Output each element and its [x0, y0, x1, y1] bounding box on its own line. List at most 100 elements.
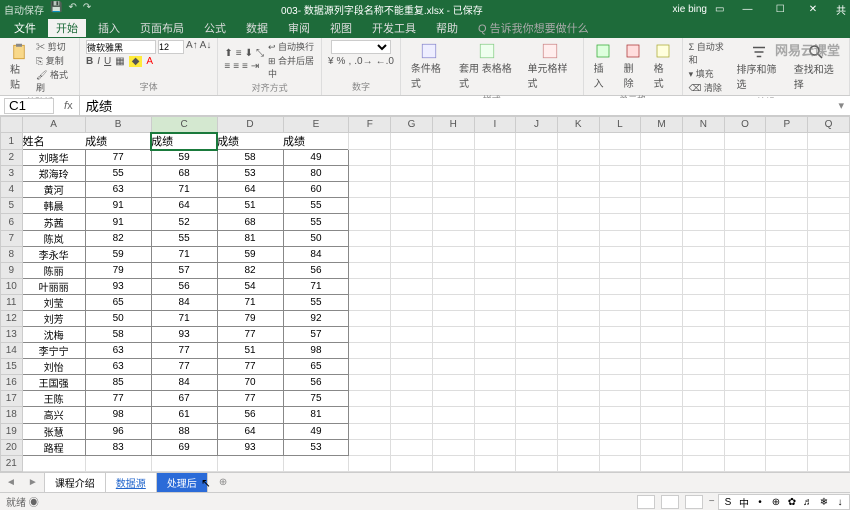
cell-A11[interactable]: 刘莹 [22, 294, 85, 310]
cell-O7[interactable] [724, 230, 766, 246]
row-header-14[interactable]: 14 [1, 343, 23, 359]
cell-O12[interactable] [724, 310, 766, 326]
conditional-format-button[interactable]: 条件格式 [407, 40, 451, 92]
view-break-button[interactable] [685, 495, 703, 509]
cell-A2[interactable]: 刘晓华 [22, 150, 85, 166]
cell-A4[interactable]: 黄河 [22, 182, 85, 198]
cell-I20[interactable] [474, 439, 516, 455]
cell-P21[interactable] [766, 455, 808, 471]
cell-L8[interactable] [599, 246, 641, 262]
cell-I9[interactable] [474, 262, 516, 278]
cell-L14[interactable] [599, 343, 641, 359]
cell-N10[interactable] [682, 278, 724, 294]
cell-G19[interactable] [391, 423, 433, 439]
user-name[interactable]: xie bing [673, 4, 707, 15]
cell-A8[interactable]: 李永华 [22, 246, 85, 262]
cell-G21[interactable] [391, 455, 433, 471]
cell-H21[interactable] [432, 455, 474, 471]
cell-C5[interactable]: 64 [151, 198, 217, 214]
cell-C18[interactable]: 61 [151, 407, 217, 423]
font-color-button[interactable]: A [146, 56, 153, 67]
cell-Q15[interactable] [808, 359, 850, 375]
cell-H20[interactable] [432, 439, 474, 455]
row-header-4[interactable]: 4 [1, 182, 23, 198]
cell-Q10[interactable] [808, 278, 850, 294]
cell-B10[interactable]: 93 [85, 278, 151, 294]
cell-Q4[interactable] [808, 182, 850, 198]
cell-Q14[interactable] [808, 343, 850, 359]
cell-O21[interactable] [724, 455, 766, 471]
cell-L11[interactable] [599, 294, 641, 310]
clear-button[interactable]: ⌫ 清除 [689, 81, 729, 94]
minimize-button[interactable]: — [732, 4, 762, 15]
cell-E3[interactable]: 80 [283, 166, 349, 182]
cell-C15[interactable]: 77 [151, 359, 217, 375]
cell-K8[interactable] [557, 246, 599, 262]
col-header-D[interactable]: D [217, 117, 283, 133]
cell-J12[interactable] [516, 310, 558, 326]
cell-D5[interactable]: 51 [217, 198, 283, 214]
cell-A19[interactable]: 张慧 [22, 423, 85, 439]
tab-formulas[interactable]: 公式 [196, 19, 234, 37]
cell-G1[interactable] [391, 133, 433, 150]
cell-K4[interactable] [557, 182, 599, 198]
cell-K5[interactable] [557, 198, 599, 214]
cell-J4[interactable] [516, 182, 558, 198]
cell-N13[interactable] [682, 327, 724, 343]
name-box[interactable] [4, 98, 54, 114]
col-header-J[interactable]: J [516, 117, 558, 133]
cell-D11[interactable]: 71 [217, 294, 283, 310]
delete-cells-button[interactable]: 删除 [620, 40, 646, 92]
fx-icon[interactable]: fx [58, 96, 80, 115]
cell-Q1[interactable] [808, 133, 850, 150]
col-header-B[interactable]: B [85, 117, 151, 133]
row-header-16[interactable]: 16 [1, 375, 23, 391]
cell-H1[interactable] [432, 133, 474, 150]
sheet-tab-1[interactable]: 数据源 [105, 472, 157, 493]
cell-K15[interactable] [557, 359, 599, 375]
cell-B12[interactable]: 50 [85, 310, 151, 326]
cell-O20[interactable] [724, 439, 766, 455]
cell-E12[interactable]: 92 [283, 310, 349, 326]
cell-P13[interactable] [766, 327, 808, 343]
cell-J7[interactable] [516, 230, 558, 246]
cell-O17[interactable] [724, 391, 766, 407]
cell-K13[interactable] [557, 327, 599, 343]
cell-Q21[interactable] [808, 455, 850, 471]
cell-E5[interactable]: 55 [283, 198, 349, 214]
cell-M17[interactable] [641, 391, 683, 407]
sheet-tab-0[interactable]: 课程介绍 [44, 472, 106, 493]
worksheet-grid[interactable]: ABCDEFGHIJKLMNOPQ1姓名成绩成绩成绩成绩2刘晓华77595849… [0, 116, 850, 472]
cell-B21[interactable] [85, 455, 151, 471]
cell-K10[interactable] [557, 278, 599, 294]
cell-P11[interactable] [766, 294, 808, 310]
tab-layout[interactable]: 页面布局 [132, 19, 192, 37]
cell-K19[interactable] [557, 423, 599, 439]
cell-I15[interactable] [474, 359, 516, 375]
cell-B4[interactable]: 63 [85, 182, 151, 198]
cell-C17[interactable]: 67 [151, 391, 217, 407]
cell-K20[interactable] [557, 439, 599, 455]
cell-I2[interactable] [474, 150, 516, 166]
cell-G7[interactable] [391, 230, 433, 246]
cell-N2[interactable] [682, 150, 724, 166]
cell-H6[interactable] [432, 214, 474, 230]
row-header-8[interactable]: 8 [1, 246, 23, 262]
cell-M14[interactable] [641, 343, 683, 359]
cell-A21[interactable] [22, 455, 85, 471]
cell-G4[interactable] [391, 182, 433, 198]
cell-Q19[interactable] [808, 423, 850, 439]
cell-I18[interactable] [474, 407, 516, 423]
cell-F12[interactable] [349, 310, 391, 326]
align-left-icon[interactable]: ≡ [224, 61, 230, 72]
cell-G15[interactable] [391, 359, 433, 375]
row-header-9[interactable]: 9 [1, 262, 23, 278]
cell-styles-button[interactable]: 单元格样式 [524, 40, 577, 92]
cell-D20[interactable]: 93 [217, 439, 283, 455]
cell-L18[interactable] [599, 407, 641, 423]
cell-O14[interactable] [724, 343, 766, 359]
cell-F15[interactable] [349, 359, 391, 375]
cell-H19[interactable] [432, 423, 474, 439]
cell-F9[interactable] [349, 262, 391, 278]
indent-icon[interactable]: ⇥ [251, 61, 259, 72]
